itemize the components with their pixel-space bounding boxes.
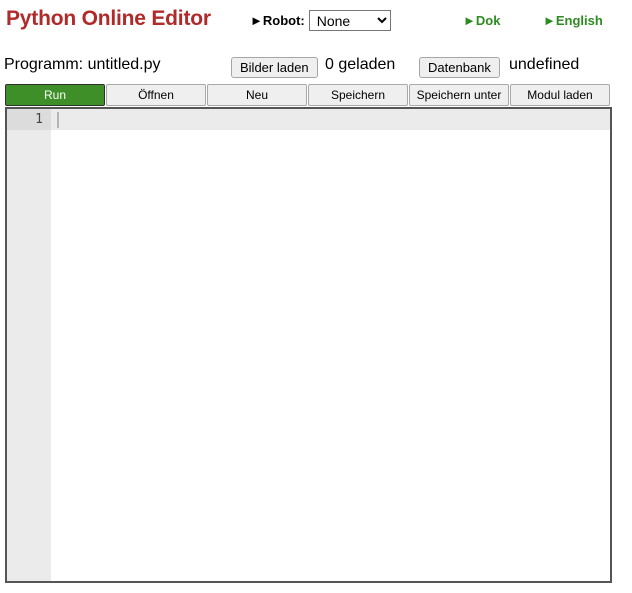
line-number-1: 1 <box>35 112 43 127</box>
tab-bar: Run Öffnen Neu Speichern Speichern unter… <box>5 84 610 106</box>
text-cursor <box>57 112 59 128</box>
robot-label: ►Robot: <box>250 13 305 28</box>
program-name-label: Programm: untitled.py <box>4 56 161 73</box>
tab-neu[interactable]: Neu <box>207 84 307 106</box>
english-link[interactable]: ►English <box>543 13 603 28</box>
loaded-count-label: 0 geladen <box>325 56 396 73</box>
robot-selector-group: ►Robot: None <box>250 10 391 31</box>
code-text-area[interactable] <box>55 109 610 581</box>
editor-surface[interactable]: 1 <box>7 109 610 581</box>
robot-select[interactable]: None <box>308 10 391 31</box>
database-status-label: undefined <box>509 56 580 73</box>
toolbar: Programm: untitled.py Bilder laden 0 gel… <box>0 53 632 81</box>
code-editor[interactable]: 1 <box>5 107 612 583</box>
code-line-1[interactable] <box>55 109 610 130</box>
load-images-button[interactable]: Bilder laden <box>231 57 318 78</box>
line-number-gutter <box>7 109 51 581</box>
page-title: Python Online Editor <box>6 7 211 30</box>
tab-modul-laden[interactable]: Modul laden <box>510 84 610 106</box>
header-bar: Python Online Editor ►Robot: None ►Dok ►… <box>0 0 632 44</box>
dok-link[interactable]: ►Dok <box>463 13 500 28</box>
tab-oeffnen[interactable]: Öffnen <box>106 84 206 106</box>
tab-speichern[interactable]: Speichern <box>308 84 408 106</box>
database-button[interactable]: Datenbank <box>419 57 500 78</box>
tab-run[interactable]: Run <box>5 84 105 106</box>
tab-speichern-unter[interactable]: Speichern unter <box>409 84 509 106</box>
